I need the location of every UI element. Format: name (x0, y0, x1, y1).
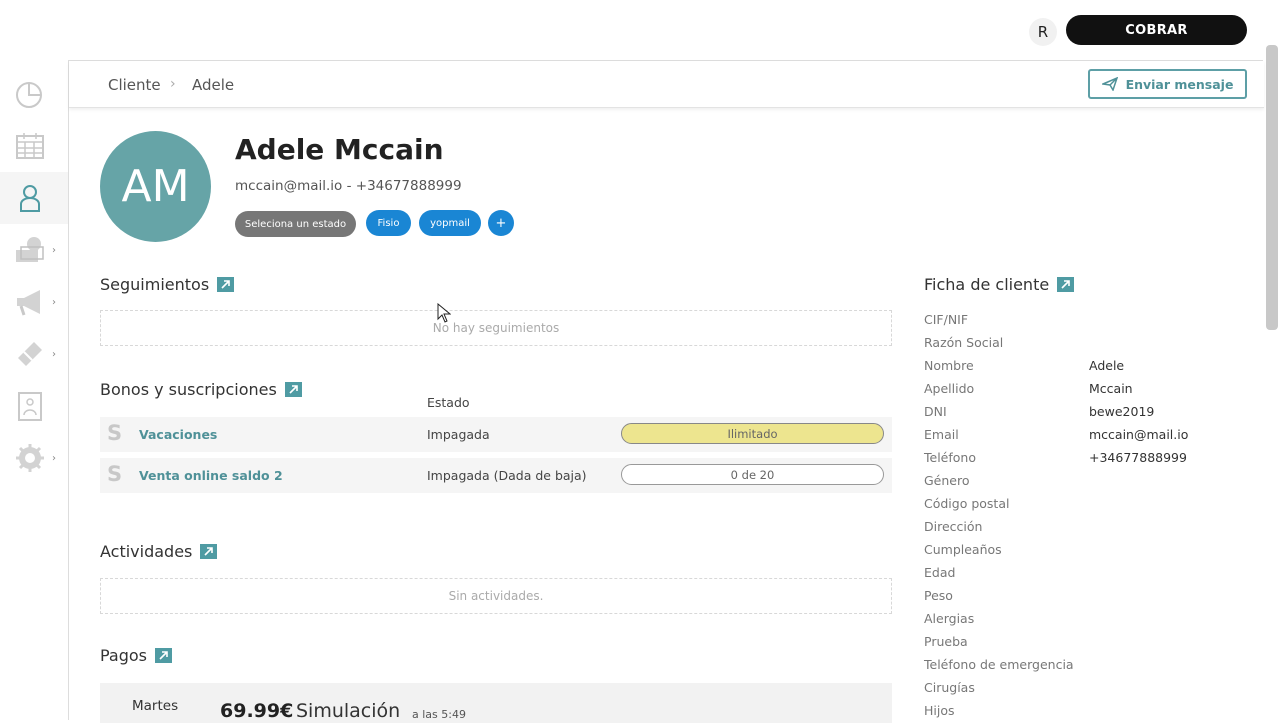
chevron-right-icon: › (170, 76, 176, 92)
chevron-right-icon: › (52, 452, 56, 464)
ficha-field-label: Prueba (924, 634, 968, 649)
payment-time: a las 5:49 (412, 708, 466, 721)
bono-name-link[interactable]: Vacaciones (139, 427, 217, 442)
ficha-field-label: Peso (924, 588, 953, 603)
ficha-field-label: Dirección (924, 519, 983, 534)
ficha-field-label: Alergias (924, 611, 975, 626)
ficha-field-label: CIF/NIF (924, 312, 969, 327)
ficha-field-label: Teléfono de emergencia (924, 657, 1074, 672)
table-row[interactable]: S Venta online saldo 2 Impagada (Dada de… (100, 458, 892, 493)
seguimientos-empty: No hay seguimientos (100, 310, 892, 346)
actividades-title-text: Actividades (100, 542, 193, 561)
ficha-field-label: Hijos (924, 703, 955, 718)
tag-fisio[interactable]: Fisio (366, 210, 411, 236)
ficha-field-label: Nombre (924, 358, 974, 373)
bono-state: Impagada (Dada de baja) (427, 468, 587, 483)
sidebar-item-calendar[interactable] (0, 120, 68, 172)
ficha-field-label: Código postal (924, 496, 1010, 511)
pagos-title-text: Pagos (100, 646, 148, 665)
status-select[interactable]: Seleciona un estado (235, 211, 356, 237)
dashboard-chart-icon (16, 82, 42, 108)
client-name: Adele Mccain (235, 133, 444, 166)
send-message-label: Enviar mensaje (1125, 76, 1234, 92)
gear-icon (16, 444, 44, 472)
send-message-button[interactable]: Enviar mensaje (1088, 69, 1247, 99)
chevron-right-icon: › (52, 296, 56, 308)
top-bar: R COBRAR (0, 0, 1280, 60)
bono-name-link[interactable]: Venta online saldo 2 (139, 468, 283, 483)
money-icon (16, 237, 44, 262)
calendar-icon (16, 133, 44, 159)
ficha-field-value: +34677888999 (1089, 450, 1187, 465)
ficha-field-value: Mccain (1089, 381, 1133, 396)
ficha-field-value: Adele (1089, 358, 1125, 373)
user-avatar[interactable]: R (1029, 18, 1057, 46)
tag-yopmail[interactable]: yopmail (419, 210, 481, 236)
external-link-icon[interactable] (200, 544, 218, 559)
ficha-field-label: Email (924, 427, 959, 442)
add-tag-button[interactable]: + (488, 210, 514, 236)
bonos-title[interactable]: Bonos y suscripciones (100, 380, 302, 399)
payment-row[interactable]: Martes 69.99€ Simulación a las 5:49 (100, 683, 892, 723)
client-contact: mccain@mail.io - +34677888999 (235, 178, 462, 194)
chevron-right-icon: › (52, 244, 56, 256)
subscription-icon: S (107, 462, 123, 486)
payment-amount: 69.99€ (220, 700, 294, 722)
cobrar-button[interactable]: COBRAR (1066, 15, 1247, 45)
bono-state: Impagada (427, 427, 490, 442)
ficha-title-text: Ficha de cliente (924, 275, 1050, 294)
ficha-field-label: Género (924, 473, 970, 488)
external-link-icon[interactable] (217, 277, 235, 292)
scrollbar[interactable] (1266, 45, 1278, 330)
ficha-field-label: Razón Social (924, 335, 1004, 350)
estado-header: Estado (427, 395, 470, 410)
sidebar-item-billing[interactable]: › (0, 224, 68, 276)
ficha-field-label: Teléfono (924, 450, 976, 465)
ficha-field-label: Apellido (924, 381, 975, 396)
client-avatar: AM (100, 131, 211, 242)
ficha-field-value: mccain@mail.io (1089, 427, 1189, 442)
ficha-title[interactable]: Ficha de cliente (924, 275, 1075, 294)
external-link-icon[interactable] (284, 382, 302, 397)
external-link-icon[interactable] (1057, 277, 1075, 292)
sidebar-item-settings[interactable]: › (0, 432, 68, 484)
ficha-field-label: DNI (924, 404, 947, 419)
ficha-field-label: Edad (924, 565, 956, 580)
sidebar-item-clients[interactable] (0, 172, 68, 224)
payment-day: Martes (132, 698, 179, 714)
sidebar-item-dashboard[interactable] (0, 68, 68, 120)
mouse-cursor-icon (437, 303, 451, 323)
ficha-field-label: Cirugías (924, 680, 975, 695)
seguimientos-title-text: Seguimientos (100, 275, 210, 294)
chevron-right-icon: › (52, 348, 56, 360)
actividades-title[interactable]: Actividades (100, 542, 218, 561)
bonos-title-text: Bonos y suscripciones (100, 380, 277, 399)
breadcrumb-root[interactable]: Cliente (108, 76, 161, 94)
breadcrumb: Cliente › Adele Enviar mensaje (69, 61, 1264, 108)
breadcrumb-current: Adele (192, 76, 235, 94)
subscription-icon: S (107, 421, 123, 445)
bono-usage-bar: Ilimitado (621, 423, 884, 444)
megaphone-icon (17, 290, 40, 316)
pagos-title[interactable]: Pagos (100, 646, 173, 665)
ficha-field-value: bewe2019 (1089, 404, 1155, 419)
report-icon (18, 392, 42, 421)
external-link-icon[interactable] (155, 648, 173, 663)
ficha-field-label: Cumpleaños (924, 542, 1002, 557)
sidebar-item-reports[interactable] (0, 380, 68, 432)
sidebar-item-marketing[interactable]: › (0, 276, 68, 328)
user-icon (20, 185, 40, 212)
sidebar: › › › › (0, 60, 68, 720)
actividades-empty: Sin actividades. (100, 578, 892, 614)
ticket-icon (18, 342, 42, 366)
seguimientos-title[interactable]: Seguimientos (100, 275, 235, 294)
bono-usage-bar: 0 de 20 (621, 464, 884, 485)
table-row[interactable]: S Vacaciones Impagada Ilimitado (100, 417, 892, 452)
payment-description: Simulación (296, 700, 401, 722)
sidebar-item-tickets[interactable]: › (0, 328, 68, 380)
paper-plane-icon (1101, 77, 1118, 91)
